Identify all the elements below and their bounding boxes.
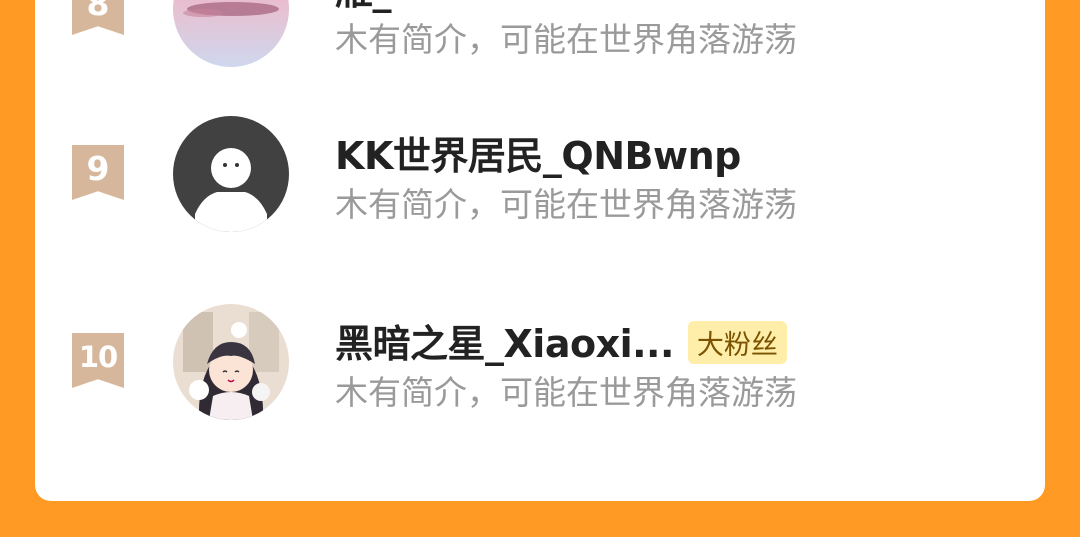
leaderboard-card: 8 雁_ 木有简介，可能在世界角落游荡 9: [35, 0, 1045, 501]
rank-ribbon: 8: [72, 0, 124, 35]
list-item[interactable]: 10 黑暗之星_Xiaoxi... 大粉丝 木有简介，可能在世界角落游荡: [35, 291, 1045, 421]
default-avatar-icon[interactable]: [173, 116, 289, 232]
rank-number: 10: [78, 340, 118, 374]
rank-number: 8: [86, 0, 110, 23]
user-name[interactable]: KK世界居民_QNBwnp: [335, 125, 741, 180]
rank-ribbon: 9: [72, 145, 124, 200]
fan-badge: 大粉丝: [687, 321, 787, 364]
user-bio: 木有简介，可能在世界角落游荡: [335, 20, 797, 59]
avatar[interactable]: [173, 304, 289, 420]
list-item[interactable]: 9 KK世界居民_QNBwnp 木有简介，可能在世界角落游荡: [35, 103, 1045, 233]
user-name[interactable]: 黑暗之星_Xiaoxi... 大粉丝: [335, 313, 787, 368]
list-item[interactable]: 8 雁_ 木有简介，可能在世界角落游荡: [35, 0, 1045, 68]
avatar[interactable]: [173, 0, 289, 67]
rank-number: 9: [86, 149, 110, 188]
user-bio: 木有简介，可能在世界角落游荡: [335, 185, 797, 224]
user-bio: 木有简介，可能在世界角落游荡: [335, 373, 797, 412]
rank-ribbon: 10: [72, 333, 124, 388]
